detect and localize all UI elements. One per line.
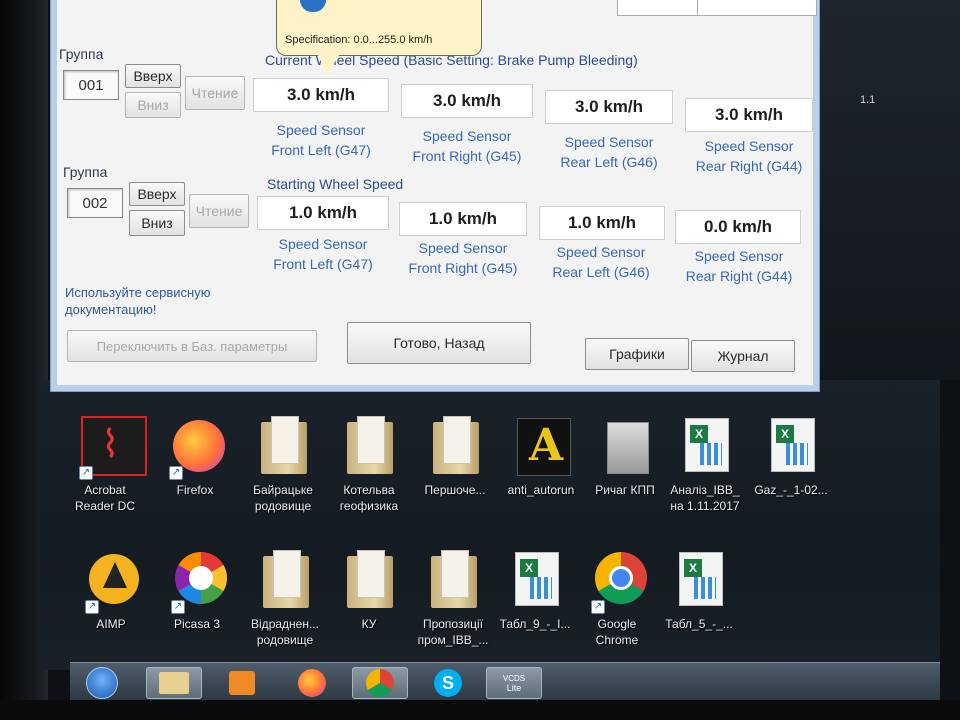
group2-value-front-left: 1.0 km/h (257, 196, 389, 230)
group2-sensor-front-left: Speed Sensor Front Left (G47) (273, 236, 373, 272)
start-button[interactable] (80, 667, 124, 699)
desktop-icon-aimp[interactable]: ↗ AIMP (66, 548, 156, 632)
anti-autorun-icon: A (511, 414, 571, 476)
top-field-a (617, 0, 701, 16)
desktop-icon-propozytsii[interactable]: Пропозиції пром_IBB_... (408, 548, 498, 648)
group2-down-button[interactable]: Вниз (129, 210, 185, 236)
service-doc-note: Используйте сервисную документацию! (65, 285, 211, 317)
tooltip-tail (318, 55, 339, 75)
image-file-icon (595, 414, 655, 476)
firefox-icon: ↗ (165, 414, 225, 480)
group2-sensor-front-right: Speed Sensor Front Right (G45) (408, 240, 518, 276)
taskbar: S VCDS Lite (70, 662, 940, 702)
desktop-icon-kotelva[interactable]: Котельва геофизика (324, 414, 414, 514)
folder-icon (253, 414, 313, 476)
desktop-icon-anti-autorun[interactable]: A anti_autorun (496, 414, 586, 498)
desktop-icon-pershoche[interactable]: Першоче... (410, 414, 500, 498)
folder-icon (425, 414, 485, 476)
group2-sensor-rear-left: Speed Sensor Rear Left (G46) (552, 244, 650, 280)
group1-value-front-left: 3.0 km/h (253, 78, 389, 112)
desktop-icon-tabl9[interactable]: X Табл_9_-_І... (490, 548, 580, 632)
media-player-icon (229, 671, 255, 695)
excel-icon: X (505, 548, 565, 610)
group1-read-button[interactable]: Чтение (185, 76, 245, 110)
desktop-icon-bairatske[interactable]: Байрацьке родовище (238, 414, 328, 514)
taskbar-vcds[interactable]: VCDS Lite (486, 667, 542, 699)
vcds-icon-label: VCDS (502, 673, 526, 683)
vcds-basic-settings-window: Группа 001 Вверх Вниз Чтение Current Whe… (50, 0, 820, 392)
desktop-icon-tabl5[interactable]: X Табл_5_-_... (654, 548, 744, 632)
desktop-icon-vidradnen[interactable]: Відраднен... родовище (240, 548, 330, 648)
group2-sensor-rear-right: Speed Sensor Rear Right (G44) (685, 248, 793, 284)
group2-value-front-right: 1.0 km/h (399, 202, 527, 236)
folder-icon (159, 672, 189, 694)
group2-number-field[interactable]: 002 (67, 188, 123, 218)
firefox-icon (298, 669, 326, 697)
tooltip-text: Specification: 0.0...255.0 km/h (285, 34, 433, 46)
excel-icon: X (675, 414, 735, 476)
windows-logo-icon (86, 667, 118, 699)
desktop-icon-chrome[interactable]: ↗ Google Chrome (572, 548, 662, 648)
group1-label: Группа (59, 46, 104, 62)
desktop-icon-acrobat[interactable]: ⌇ ↗ Acrobat Reader DC (60, 414, 150, 514)
log-button[interactable]: Журнал (691, 340, 795, 372)
taskbar-media-player[interactable] (214, 667, 270, 699)
taskbar-chrome[interactable] (352, 667, 408, 699)
folder-icon (423, 548, 483, 610)
taskbar-skype[interactable]: S (420, 667, 476, 699)
monitor-bezel-bottom (0, 700, 960, 720)
group1-sensor-front-left: Speed Sensor Front Left (G47) (271, 122, 371, 158)
desktop-icon-gaz[interactable]: X Gaz_-_1-02... (746, 414, 836, 498)
desktop-icon-picasa[interactable]: ↗ Picasa 3 (152, 548, 242, 632)
aimp-icon: ↗ (81, 548, 141, 614)
chrome-icon: ↗ (587, 548, 647, 614)
group2-up-button[interactable]: Вверх (129, 182, 185, 206)
picasa-icon: ↗ (167, 548, 227, 614)
group1-sensor-rear-left: Speed Sensor Rear Left (G46) (560, 134, 658, 170)
excel-icon: X (669, 548, 729, 610)
chrome-icon (366, 669, 394, 697)
group1-value-rear-right: 3.0 km/h (685, 98, 813, 132)
acrobat-icon: ⌇ ↗ (75, 414, 147, 480)
group1-number-field[interactable]: 001 (63, 70, 119, 100)
taskbar-explorer[interactable] (146, 667, 202, 699)
folder-icon (339, 414, 399, 476)
desktop-icon-ku[interactable]: КУ (324, 548, 414, 632)
switch-basic-settings-button[interactable]: Переключить в Баз. параметры (67, 330, 317, 362)
group1-value-front-right: 3.0 km/h (401, 84, 533, 118)
group1-down-button[interactable]: Вниз (125, 92, 181, 118)
group2-read-button[interactable]: Чтение (189, 194, 249, 228)
desktop-icon-analiz[interactable]: X Аналіз_IBB_ на 1.11.2017 (660, 414, 750, 514)
done-back-button[interactable]: Готово, Назад (347, 322, 531, 364)
folder-icon (255, 548, 315, 610)
excel-icon: X (761, 414, 821, 476)
group2-title: Starting Wheel Speed (267, 176, 404, 192)
desktop-icon-firefox[interactable]: ↗ Firefox (150, 414, 240, 498)
folder-icon (339, 548, 399, 610)
group1-sensor-front-right: Speed Sensor Front Right (G45) (412, 128, 522, 164)
taskbar-firefox[interactable] (284, 667, 340, 699)
skype-icon: S (434, 669, 462, 697)
desktop-icon-richag-kpp[interactable]: Ричаг КПП (580, 414, 670, 498)
background-window-strip: 1.1 (820, 0, 960, 380)
group2-value-rear-left: 1.0 km/h (539, 206, 665, 240)
graphs-button[interactable]: Графики (585, 338, 689, 370)
window-body: Группа 001 Вверх Вниз Чтение Current Whe… (57, 0, 817, 385)
vcds-icon-sublabel: Lite (506, 682, 522, 693)
group2-label: Группа (63, 164, 108, 180)
group1-value-rear-left: 3.0 km/h (545, 90, 673, 124)
group2-value-rear-right: 0.0 km/h (675, 210, 801, 244)
top-field-b (697, 0, 817, 16)
side-number: 1.1 (860, 94, 876, 106)
group1-up-button[interactable]: Вверх (125, 64, 181, 88)
group1-sensor-rear-right: Speed Sensor Rear Right (G44) (695, 138, 803, 174)
